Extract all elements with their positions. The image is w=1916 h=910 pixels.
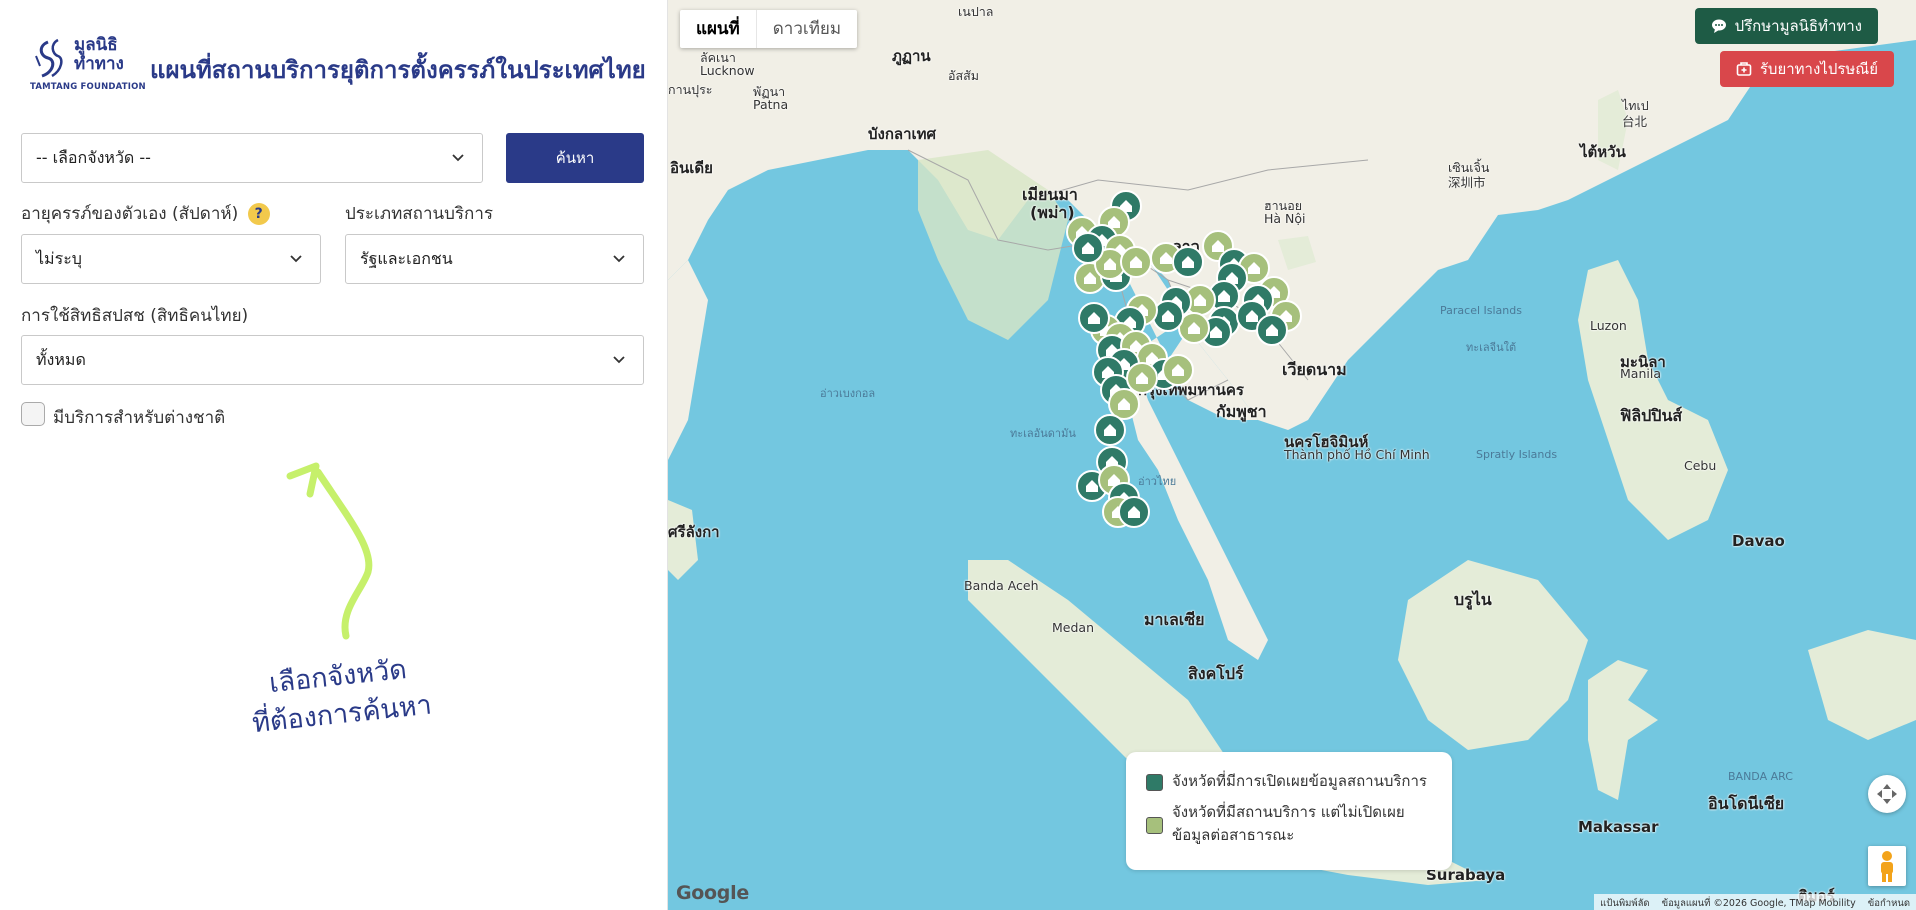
rights-select[interactable]: ทั้งหมด (21, 335, 644, 385)
medicine-box-icon (1736, 62, 1752, 76)
legend-swatch-dark (1146, 774, 1163, 791)
province-select-value: -- เลือกจังหวัด -- (36, 147, 151, 167)
rights-label: การใช้สิทธิสปสช (สิทธิคนไทย) (21, 306, 249, 326)
street-view-pegman[interactable] (1868, 846, 1906, 886)
legend-item-disclosed: จังหวัดที่มีการเปิดเผยข้อมูลสถานบริการ (1146, 770, 1436, 793)
service-type-select[interactable]: รัฐและเอกชน (345, 234, 644, 284)
consult-foundation-button[interactable]: ปรึกษามูลนิธิทำทาง (1694, 8, 1878, 44)
chat-bubble-icon (1711, 19, 1726, 33)
mail-pills-button[interactable]: รับยาทางไปรษณีย์ (1719, 51, 1894, 87)
service-type-label: ประเภทสถานบริการ (345, 204, 494, 224)
legend-item-undisclosed: จังหวัดที่มีสถานบริการ แต่ไม่เปิดเผยข้อม… (1146, 801, 1436, 847)
logo-mark-icon (35, 38, 63, 78)
consult-button-label: ปรึกษามูลนิธิทำทาง (1734, 17, 1862, 35)
pegman-icon (1881, 851, 1893, 882)
chevron-down-icon (290, 255, 302, 263)
sidebar-panel: มูลนิธิ ทำทาง TAMTANG FOUNDATION แผนที่ส… (0, 0, 668, 910)
hint-arrow-icon (286, 462, 373, 640)
search-button[interactable]: ค้นหา (506, 133, 644, 183)
help-icon[interactable]: ? (247, 203, 270, 225)
mail-button-label: รับยาทางไปรษณีย์ (1759, 60, 1878, 78)
province-select[interactable]: -- เลือกจังหวัด -- (21, 133, 483, 183)
legend-swatch-light (1146, 817, 1163, 834)
gestation-select-value: ไม่ระบุ (36, 248, 82, 268)
chevron-down-icon (452, 154, 464, 162)
province-marker[interactable] (1118, 496, 1150, 528)
chevron-down-icon (613, 255, 625, 263)
foreigner-checkbox[interactable] (21, 402, 45, 426)
province-marker[interactable] (1072, 232, 1104, 264)
province-marker[interactable] (1256, 314, 1288, 346)
hint-text: เลือกจังหวัด ที่ต้องการค้นหา (217, 646, 464, 747)
province-marker[interactable] (1126, 362, 1158, 394)
province-marker[interactable] (1152, 300, 1184, 332)
page-title: แผนที่สถานบริการยุติการตั้งครรภ์ในประเทศ… (150, 56, 646, 84)
chevron-down-icon (613, 356, 625, 364)
map-camera-control[interactable] (1868, 775, 1906, 813)
terms-link[interactable]: ข้อกำหนด (1868, 896, 1910, 909)
map-canvas[interactable]: แผนที่ ดาวเทียม เนปาล ลัคเนา Lucknow กาน… (668, 0, 1916, 910)
map-legend: จังหวัดที่มีการเปิดเผยข้อมูลสถานบริการ จ… (1126, 752, 1452, 870)
province-marker[interactable] (1162, 354, 1194, 386)
logo-line-1: มูลนิธิ (74, 35, 118, 55)
province-marker[interactable] (1120, 246, 1152, 278)
legend-item-2-label: จังหวัดที่มีสถานบริการ แต่ไม่เปิดเผยข้อม… (1172, 803, 1405, 844)
keyboard-shortcuts-link[interactable]: แป้นพิมพ์ลัด (1600, 896, 1649, 909)
province-marker[interactable] (1172, 246, 1204, 278)
google-logo: Google (676, 882, 749, 904)
legend-item-1-label: จังหวัดที่มีการเปิดเผยข้อมูลสถานบริการ (1172, 772, 1427, 790)
foreigner-checkbox-label[interactable]: มีบริการสำหรับต่างชาติ (53, 404, 225, 431)
logo-text: มูลนิธิ ทำทาง (74, 36, 124, 74)
foundation-logo[interactable]: มูลนิธิ ทำทาง TAMTANG FOUNDATION (30, 34, 146, 94)
service-type-select-value: รัฐและเอกชน (360, 248, 453, 268)
gestation-select[interactable]: ไม่ระบุ (21, 234, 321, 284)
logo-line-2: ทำทาง (74, 54, 124, 74)
province-marker[interactable] (1078, 302, 1110, 334)
province-marker[interactable] (1094, 414, 1126, 446)
map-attribution: แป้นพิมพ์ลัด ข้อมูลแผนที่ ©2026 Google, … (1594, 894, 1916, 910)
app: มูลนิธิ ทำทาง TAMTANG FOUNDATION แผนที่ส… (0, 0, 1916, 910)
map-data-credit: ข้อมูลแผนที่ ©2026 Google, TMap Mobility (1661, 898, 1856, 909)
gestation-label: อายุครรภ์ของตัวเอง (สัปดาห์) ? (21, 200, 270, 227)
rights-select-value: ทั้งหมด (36, 349, 86, 369)
gestation-label-text: อายุครรภ์ของตัวเอง (สัปดาห์) (21, 204, 239, 224)
logo-org-name: TAMTANG FOUNDATION (30, 82, 146, 92)
move-arrows-icon (1877, 784, 1897, 804)
